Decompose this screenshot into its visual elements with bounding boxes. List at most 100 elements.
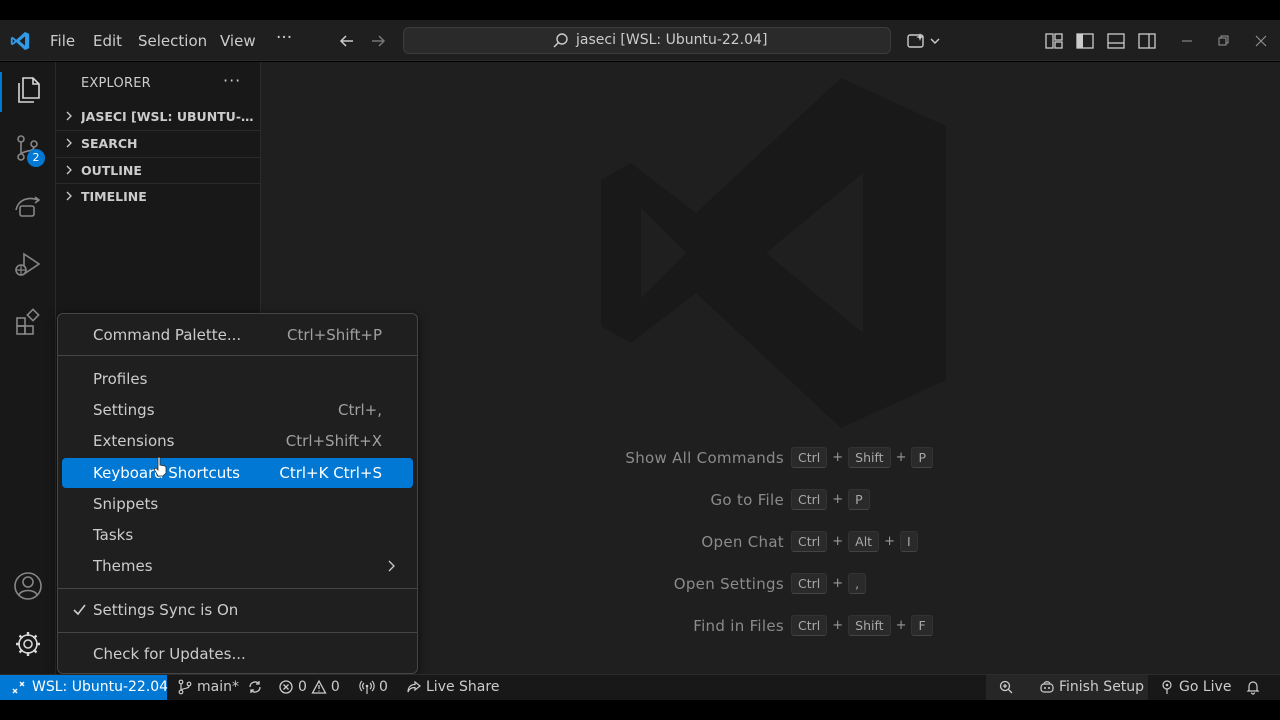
- key-plus: +: [832, 450, 844, 465]
- warning-count: 0: [330, 679, 340, 695]
- key-plus: +: [895, 450, 907, 465]
- video-frame-bottom: [0, 700, 1280, 720]
- ports-status[interactable]: 0: [359, 679, 388, 695]
- section-workspace-label: JASECI [WSL: UBUNTU-22.04]: [81, 109, 259, 124]
- hint-keys: Ctrl + Shift + F: [791, 615, 933, 636]
- menu-selection[interactable]: Selection: [138, 32, 207, 50]
- customize-layout-icon[interactable]: [1043, 30, 1065, 52]
- section-outline-label: OUTLINE: [81, 163, 142, 178]
- explorer-files-icon[interactable]: [12, 74, 44, 106]
- zoom-button[interactable]: [998, 679, 1018, 695]
- menu-separator: [58, 355, 417, 356]
- explorer-title: EXPLORER: [81, 76, 151, 91]
- menu-item-shortcut: Ctrl+Shift+P: [287, 326, 382, 344]
- back-arrow-icon[interactable]: [336, 30, 358, 52]
- menu-more-button[interactable]: ···: [276, 28, 292, 48]
- go-live-button[interactable]: Go Live: [1159, 679, 1231, 695]
- menu-item-profiles[interactable]: Profiles: [62, 365, 413, 393]
- section-timeline-label: TIMELINE: [81, 189, 147, 204]
- menu-item-settings[interactable]: Settings Ctrl+,: [62, 396, 413, 424]
- error-icon: [279, 680, 293, 694]
- key-cap: ,: [848, 573, 867, 594]
- section-search[interactable]: SEARCH: [56, 130, 261, 156]
- hint-label: Show All Commands: [625, 449, 784, 467]
- key-cap: Shift: [848, 615, 891, 636]
- source-control-badge: 2: [27, 149, 45, 167]
- section-workspace[interactable]: JASECI [WSL: UBUNTU-22.04]: [56, 104, 261, 130]
- finish-setup-button[interactable]: Finish Setup: [1039, 679, 1144, 695]
- menu-item-themes[interactable]: Themes: [62, 552, 413, 580]
- copilot-sparkle-icon[interactable]: [906, 30, 942, 52]
- toggle-primary-sidebar-icon[interactable]: [1074, 30, 1096, 52]
- remote-label: WSL: Ubuntu-22.04: [32, 679, 169, 695]
- branch-status[interactable]: main*: [177, 679, 267, 695]
- chevron-right-icon: [66, 191, 72, 201]
- command-center-search[interactable]: jaseci [WSL: Ubuntu-22.04]: [403, 27, 891, 54]
- key-plus: +: [895, 618, 907, 633]
- menu-item-snippets[interactable]: Snippets: [62, 490, 413, 518]
- manage-gear-icon[interactable]: [12, 628, 44, 660]
- menu-item-extensions[interactable]: Extensions Ctrl+Shift+X: [62, 427, 413, 455]
- live-share-icon: [407, 680, 421, 693]
- ports-count: 0: [379, 679, 388, 695]
- section-timeline[interactable]: TIMELINE: [56, 183, 261, 209]
- restore-icon[interactable]: [1212, 30, 1234, 52]
- menu-item-command-palette[interactable]: Command Palette... Ctrl+Shift+P: [62, 321, 413, 349]
- explorer-more-button[interactable]: ···: [223, 71, 241, 90]
- menu-separator: [58, 588, 417, 589]
- menu-item-keyboard-shortcuts[interactable]: Keyboard Shortcuts Ctrl+K Ctrl+S: [62, 458, 413, 488]
- accounts-icon[interactable]: [12, 570, 44, 602]
- menu-item-tasks[interactable]: Tasks: [62, 521, 413, 549]
- key-cap: Alt: [848, 531, 880, 552]
- hint-keys: Ctrl + ,: [791, 573, 867, 594]
- menu-file[interactable]: File: [50, 32, 75, 50]
- menu-item-shortcut: Ctrl+K Ctrl+S: [279, 464, 382, 482]
- mouse-pointer-icon: [153, 457, 167, 477]
- extensions-icon[interactable]: [12, 306, 44, 338]
- hint-keys: Ctrl + P: [791, 489, 870, 510]
- run-debug-icon[interactable]: [12, 248, 44, 280]
- key-cap: P: [911, 447, 934, 468]
- remote-indicator[interactable]: WSL: Ubuntu-22.04: [0, 675, 169, 701]
- key-plus: +: [832, 534, 844, 549]
- hint-open-chat: Open Chat Ctrl + Alt + I: [561, 531, 1261, 555]
- problems-status[interactable]: 0 0: [278, 679, 340, 695]
- menu-item-label: Snippets: [93, 495, 159, 513]
- hint-go-to-file: Go to File Ctrl + P: [561, 489, 1261, 513]
- menu-item-label: Command Palette...: [93, 326, 242, 344]
- menu-edit[interactable]: Edit: [93, 32, 122, 50]
- menu-item-shortcut: Ctrl+Shift+X: [285, 432, 382, 450]
- hint-show-all-commands: Show All Commands Ctrl + Shift + P: [561, 447, 1261, 471]
- section-outline[interactable]: OUTLINE: [56, 157, 261, 183]
- notifications-button[interactable]: [1245, 679, 1265, 695]
- key-plus: +: [832, 576, 844, 591]
- menu-item-settings-sync[interactable]: Settings Sync is On: [62, 596, 413, 624]
- zoom-icon: [999, 680, 1013, 694]
- chevron-right-icon: [66, 111, 72, 121]
- minimize-icon[interactable]: [1176, 30, 1198, 52]
- key-cap: Shift: [848, 447, 891, 468]
- copilot-icon: [1040, 681, 1054, 693]
- menu-item-label: Check for Updates...: [93, 645, 246, 663]
- menu-view[interactable]: View: [220, 32, 256, 50]
- forward-arrow-icon[interactable]: [367, 30, 389, 52]
- hint-label: Open Chat: [701, 533, 784, 551]
- manage-context-menu: Command Palette... Ctrl+Shift+P Profiles…: [57, 313, 418, 674]
- key-cap: Ctrl: [791, 573, 828, 594]
- close-icon[interactable]: [1250, 30, 1272, 52]
- menu-item-check-updates[interactable]: Check for Updates...: [62, 640, 413, 668]
- toggle-secondary-sidebar-icon[interactable]: [1136, 30, 1158, 52]
- status-bar: WSL: Ubuntu-22.04 main* 0 0 0 Live Share…: [0, 674, 1280, 701]
- chevron-right-icon: [66, 165, 72, 175]
- branch-label: main*: [197, 679, 239, 695]
- menu-item-label: Settings: [93, 401, 155, 419]
- finish-setup-label: Finish Setup: [1059, 679, 1145, 695]
- remote-explorer-icon[interactable]: [12, 190, 44, 222]
- broadcast-icon: [1162, 680, 1172, 694]
- key-cap: I: [900, 531, 918, 552]
- toggle-panel-icon[interactable]: [1105, 30, 1127, 52]
- menu-separator: [58, 632, 417, 633]
- live-share-button[interactable]: Live Share: [406, 679, 499, 695]
- menu-item-label: Tasks: [93, 526, 134, 544]
- video-frame-top: [0, 0, 1280, 20]
